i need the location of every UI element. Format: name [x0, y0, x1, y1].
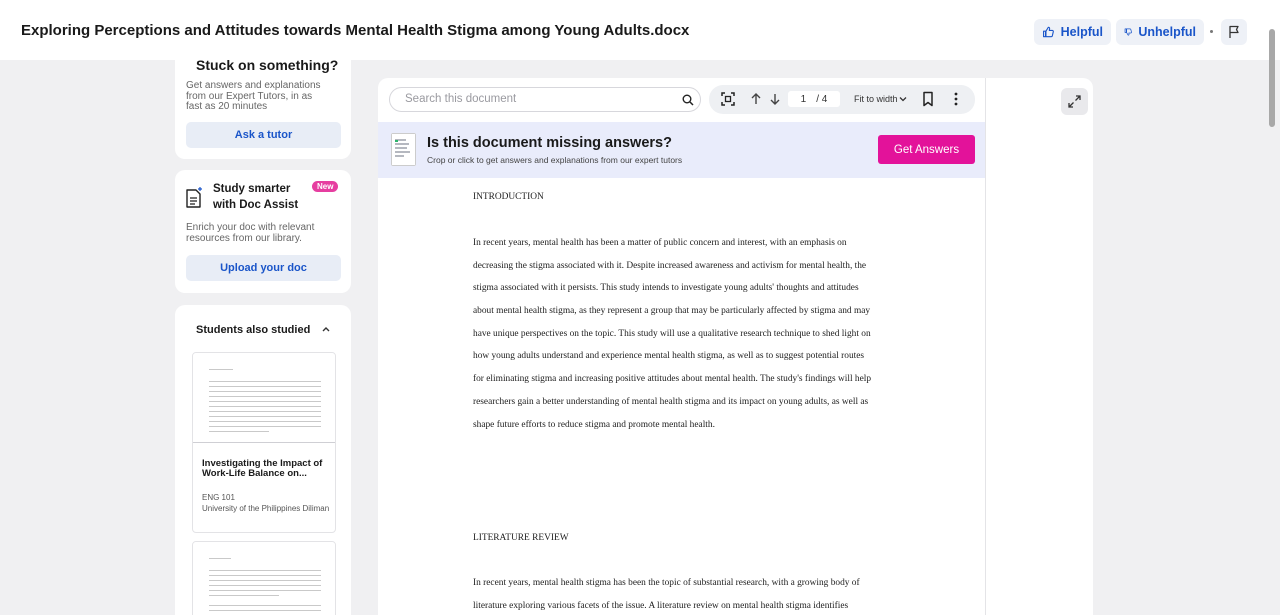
banner-subtitle: Crop or click to get answers and explana… — [427, 155, 683, 165]
students-also-studied-card: Students also studied Investigating the … — [175, 305, 351, 615]
students-also-studied-title: Students also studied — [196, 324, 311, 336]
helpful-button[interactable]: Helpful — [1034, 19, 1111, 45]
paragraph-line: decreasing the stigma associated with it… — [473, 261, 867, 271]
paragraph-line: how young adults understand and experien… — [473, 351, 865, 361]
doc-assist-title: Study smarter with Doc Assist — [213, 183, 299, 211]
paragraph-line: about mental health stigma, as they repr… — [473, 306, 871, 316]
unhelpful-button[interactable]: Unhelpful — [1116, 19, 1204, 45]
banner-title: Is this document missing answers? — [427, 135, 672, 151]
related-doc-title: Investigating the Impact of Work-Life Ba… — [202, 458, 323, 479]
fullscreen-icon[interactable] — [720, 91, 736, 107]
related-doc-card[interactable] — [192, 541, 336, 615]
doc-thumbnail — [193, 353, 335, 443]
get-answers-button[interactable]: Get Answers — [878, 135, 975, 164]
doc-thumbnail — [193, 542, 335, 615]
page-total: / 4 — [816, 93, 828, 105]
arrow-down-icon[interactable] — [767, 91, 783, 107]
paragraph-line: for eliminating stigma and increasing po… — [473, 374, 872, 384]
more-options-icon[interactable] — [948, 91, 964, 107]
related-doc-course: ENG 101 — [202, 493, 235, 502]
document-sparkle-icon — [186, 187, 202, 208]
expand-viewer-button[interactable] — [1061, 88, 1088, 115]
paragraph-line: literature exploring various facets of t… — [473, 601, 849, 611]
separator-dot — [1210, 30, 1213, 33]
missing-answers-banner[interactable]: Is this document missing answers? Crop o… — [378, 122, 985, 178]
paragraph-line: have unique perspectives on the topic. T… — [473, 329, 871, 339]
related-doc-meta: ENG 101 University of the Philippines Di… — [202, 493, 330, 514]
viewer-divider — [985, 78, 986, 615]
tutor-card-title: Stuck on something? — [196, 57, 339, 73]
page-scrollbar[interactable] — [1269, 29, 1275, 127]
paragraph-line: researchers gain a better understanding … — [473, 397, 869, 407]
report-button[interactable] — [1221, 19, 1247, 45]
ask-tutor-card: Stuck on something? Get answers and expl… — [175, 40, 351, 159]
paragraph-line: shape future efforts to reduce stigma an… — [473, 420, 715, 430]
helpful-label: Helpful — [1060, 25, 1103, 39]
paragraph-line: In recent years, mental health stigma ha… — [473, 578, 860, 588]
flag-icon — [1229, 25, 1239, 38]
paragraph-line: In recent years, mental health has been … — [473, 238, 847, 248]
section-heading-introduction: INTRODUCTION — [473, 192, 544, 202]
chevron-down-icon[interactable] — [899, 95, 907, 103]
related-doc-card[interactable]: Investigating the Impact of Work-Life Ba… — [192, 352, 336, 533]
doc-assist-card: Study smarter with Doc Assist New Enrich… — [175, 170, 351, 293]
chevron-up-icon[interactable] — [321, 324, 331, 334]
page-current: 1 — [800, 93, 807, 105]
related-doc-school: University of the Philippines Diliman — [202, 503, 330, 513]
expand-icon — [1068, 95, 1081, 108]
search-document-input[interactable]: Search this document — [389, 87, 701, 112]
ask-tutor-button[interactable]: Ask a tutor — [186, 122, 341, 148]
section-heading-literature-review: LITERATURE REVIEW — [473, 533, 569, 543]
bookmark-icon[interactable] — [920, 91, 936, 107]
tutor-card-description: Get answers and explanations from our Ex… — [186, 80, 321, 112]
viewer-toolbar: 1 / 4 Fit to width — [709, 85, 975, 114]
thumbs-down-icon — [1124, 28, 1132, 36]
unhelpful-label: Unhelpful — [1138, 25, 1196, 39]
paragraph-line: stigma associated with it persists. This… — [473, 283, 859, 293]
upload-doc-button[interactable]: Upload your doc — [186, 255, 341, 281]
thumbs-up-icon — [1043, 26, 1054, 38]
document-answers-icon — [391, 133, 416, 166]
doc-assist-description: Enrich your doc with relevant resources … — [186, 222, 315, 244]
document-title: Exploring Perceptions and Attitudes towa… — [21, 22, 690, 39]
page-number-input[interactable]: 1 / 4 — [788, 91, 840, 107]
arrow-up-icon[interactable] — [748, 91, 764, 107]
search-placeholder: Search this document — [405, 93, 517, 105]
search-icon[interactable] — [681, 93, 695, 107]
new-badge: New — [312, 181, 339, 192]
zoom-select[interactable]: Fit to width — [854, 94, 898, 104]
